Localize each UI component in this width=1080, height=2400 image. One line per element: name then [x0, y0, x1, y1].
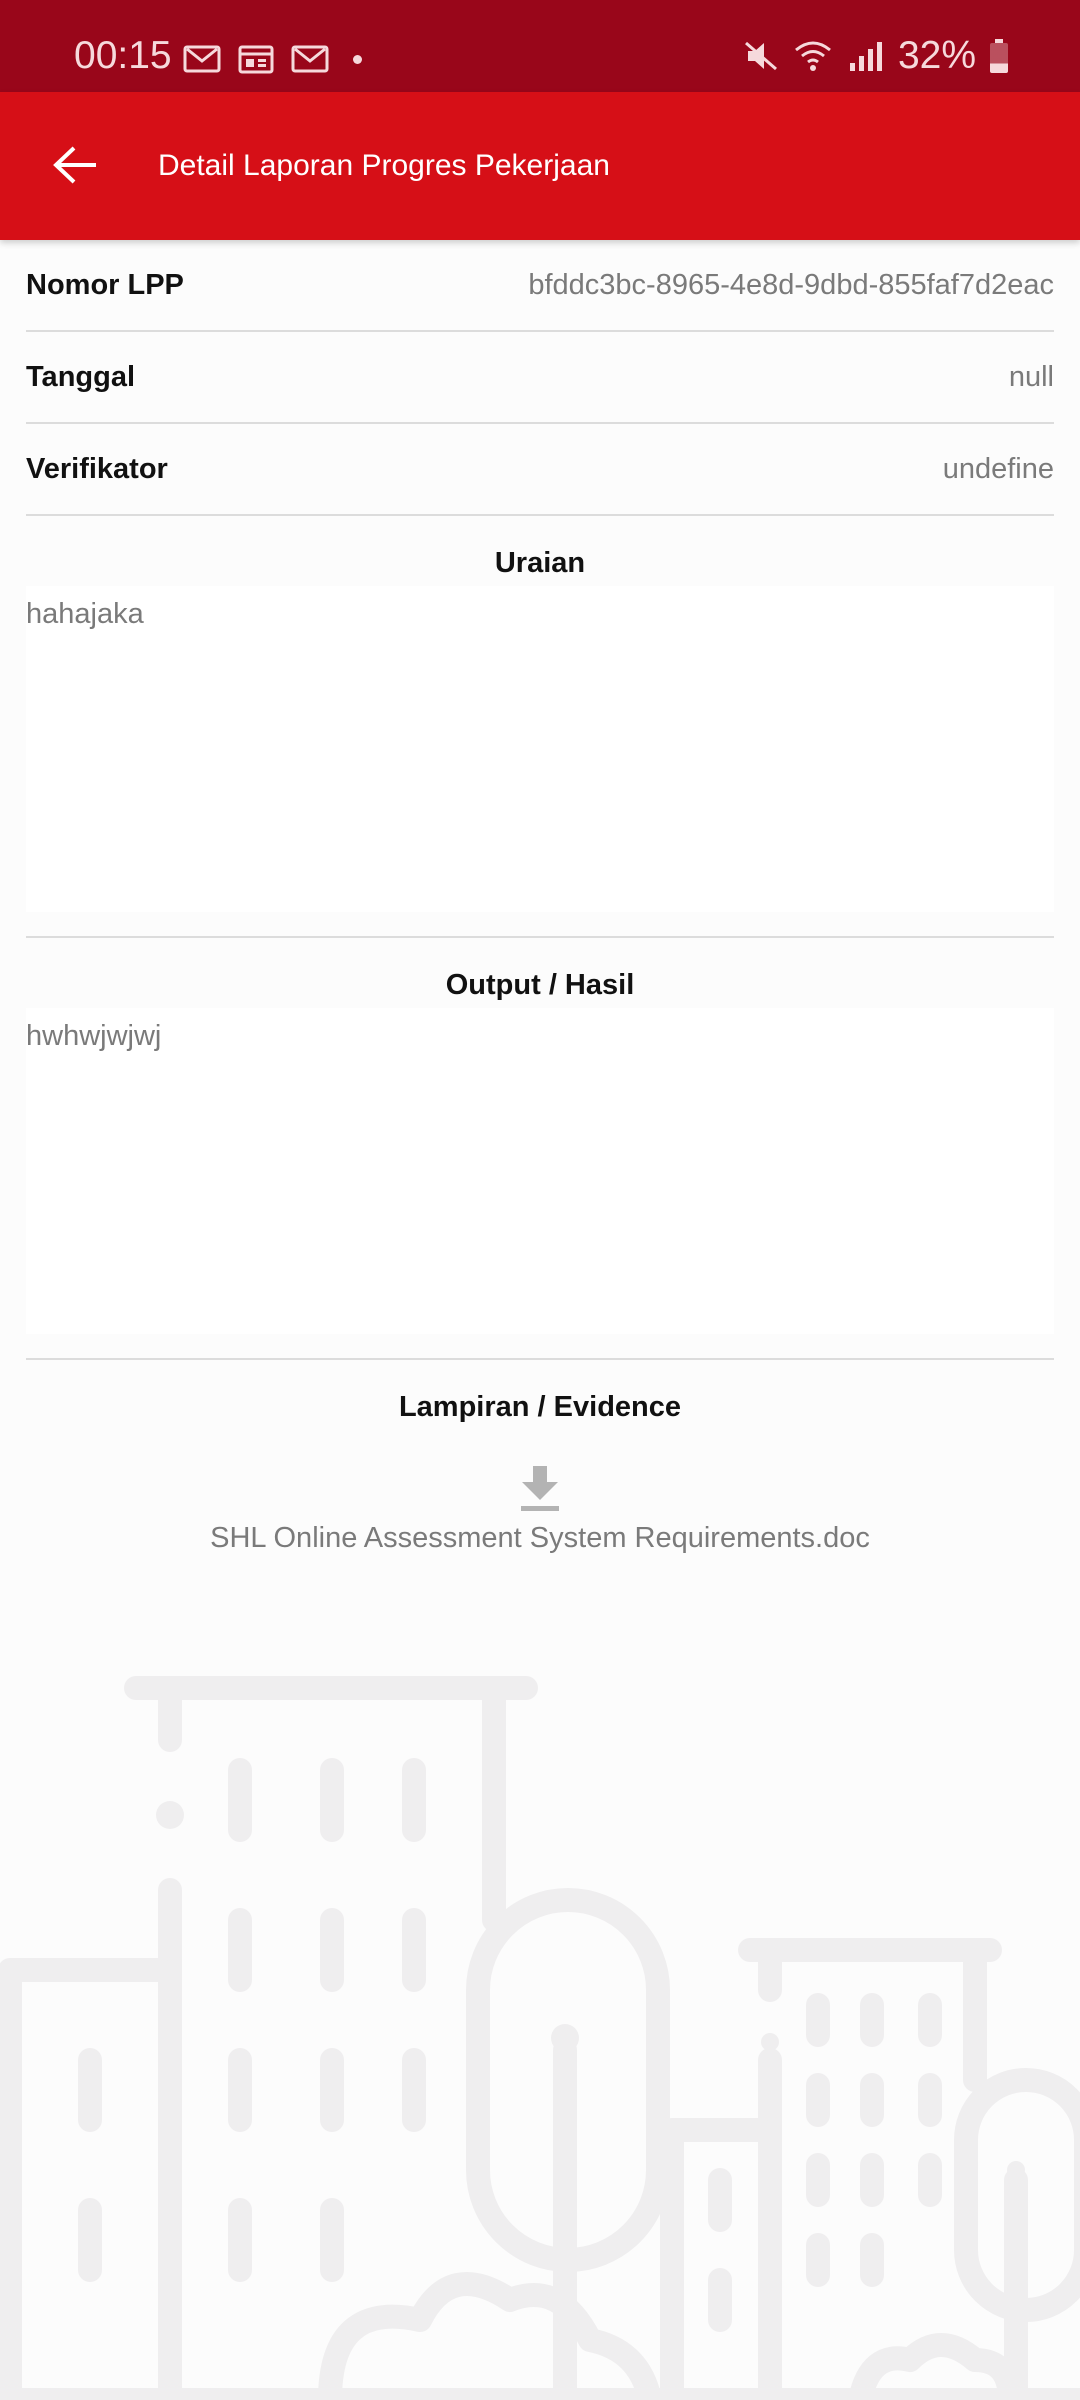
- gmail-icon: [183, 45, 221, 73]
- gmail-icon: [291, 45, 329, 73]
- output-text: hwhwjwjwj: [26, 1008, 1054, 1334]
- signal-icon: [849, 41, 882, 71]
- notification-icons: [183, 44, 362, 74]
- divider: [26, 1358, 1054, 1360]
- arrow-left-icon: [53, 146, 96, 184]
- report-detail: Nomor LPP bfddc3bc-8965-4e8d-9dbd-855faf…: [26, 240, 1054, 1555]
- divider: [26, 936, 1054, 938]
- nomor-lpp-row: Nomor LPP bfddc3bc-8965-4e8d-9dbd-855faf…: [26, 240, 1054, 332]
- back-button[interactable]: [40, 130, 110, 200]
- tanggal-value: null: [1008, 360, 1054, 393]
- lampiran-title: Lampiran / Evidence: [398, 1391, 682, 1423]
- battery-icon: [990, 38, 1008, 73]
- uraian-text: hahajaka: [26, 586, 1054, 912]
- verifikator-value: undefine: [942, 452, 1054, 485]
- app-bar: Detail Laporan Progres Pekerjaan: [0, 92, 1080, 240]
- mute-icon: [744, 41, 777, 70]
- attachment-file-name[interactable]: SHL Online Assessment System Requirement…: [210, 1522, 870, 1555]
- nomor-lpp-label: Nomor LPP: [26, 268, 184, 301]
- download-icon[interactable]: [518, 1464, 562, 1512]
- attachment-download[interactable]: SHL Online Assessment System Requirement…: [26, 1464, 1054, 1555]
- nomor-lpp-value: bfddc3bc-8965-4e8d-9dbd-855faf7d2eac: [528, 268, 1054, 301]
- more-notifications-dot: [353, 54, 362, 64]
- output-title: Output / Hasil: [445, 969, 635, 1001]
- status-time: 00:15: [74, 34, 172, 77]
- system-icons: 32%: [742, 36, 1008, 75]
- city-background-illustration: [0, 1676, 1080, 2400]
- verifikator-row: Verifikator undefine: [26, 424, 1054, 516]
- wifi-icon: [794, 41, 831, 71]
- verifikator-label: Verifikator: [26, 452, 168, 485]
- battery-percentage: 32%: [897, 34, 976, 77]
- calendar-icon: [238, 45, 274, 74]
- tanggal-row: Tanggal null: [26, 332, 1054, 424]
- tanggal-label: Tanggal: [26, 360, 136, 393]
- uraian-title: Uraian: [494, 547, 586, 579]
- page-title: Detail Laporan Progres Pekerjaan: [158, 149, 610, 182]
- status-bar: 00:15 32%: [0, 0, 1080, 92]
